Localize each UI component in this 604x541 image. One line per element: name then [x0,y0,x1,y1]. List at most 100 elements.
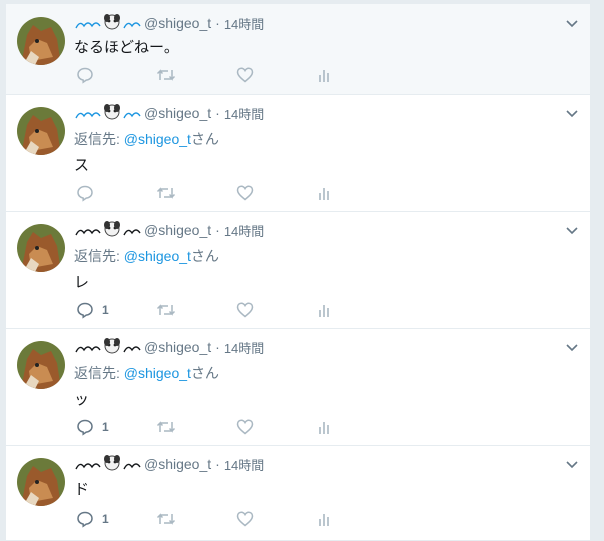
like-button[interactable] [236,418,254,436]
analytics-icon [319,188,329,200]
avatar[interactable] [17,17,65,65]
reply-suffix: さん [190,365,219,381]
tweet-actions: 1 [76,301,336,319]
handle[interactable]: @shigeo_t [144,15,211,31]
reply-prefix: 返信先: [74,248,124,264]
timestamp[interactable]: 14時間 [224,221,264,240]
like-button[interactable] [236,510,254,528]
tweet-text: ッ [74,391,90,408]
tweet-text: なるほどねー。 [74,39,179,56]
timestamp[interactable]: 14時間 [224,14,264,33]
separator: · [215,222,220,238]
reply-button[interactable]: 1 [76,418,109,436]
separator: · [215,105,220,121]
chevron-down-icon[interactable] [564,108,580,120]
analytics-icon [319,514,329,526]
tweet-text: ド [74,481,90,498]
mention-link[interactable]: @shigeo_t [124,365,191,381]
separator: · [215,456,220,472]
display-name[interactable] [74,14,146,32]
tweet-header: @shigeo_t · 14時間 [74,455,264,473]
reply-prefix: 返信先: [74,365,124,381]
chevron-down-icon[interactable] [564,18,580,30]
retweet-icon [156,304,176,316]
reply-prefix: 返信先: [74,131,124,147]
timestamp[interactable]: 14時間 [224,338,264,357]
reply-count: 1 [102,303,109,317]
tweet-header: @shigeo_t · 14時間 [74,104,264,122]
tweet-actions: 1 [76,418,336,436]
analytics-button[interactable] [318,301,332,319]
reply-button[interactable] [76,66,102,84]
retweet-icon [156,513,176,525]
reply-icon [77,511,93,528]
handle[interactable]: @shigeo_t [144,456,211,472]
like-button[interactable] [236,66,254,84]
reply-context: 返信先: @shigeo_tさん [74,363,219,383]
analytics-button[interactable] [318,510,332,528]
tweet[interactable]: @shigeo_t · 14時間 なるほどねー。 [6,4,590,95]
analytics-button[interactable] [318,66,332,84]
reply-suffix: さん [190,131,219,147]
tweet-header: @shigeo_t · 14時間 [74,14,264,32]
retweet-button[interactable] [156,184,176,202]
retweet-icon [156,187,176,199]
tweet-text: レ [74,274,90,291]
display-name[interactable] [74,104,146,122]
reply-count: 1 [102,512,109,526]
mention-link[interactable]: @shigeo_t [124,131,191,147]
heart-icon [236,511,254,527]
handle[interactable]: @shigeo_t [144,222,211,238]
analytics-icon [319,422,329,434]
tweet[interactable]: @shigeo_t · 14時間 ド 1 [6,446,590,541]
retweet-icon [156,421,176,433]
mention-link[interactable]: @shigeo_t [124,248,191,264]
reply-context: 返信先: @shigeo_tさん [74,246,219,266]
tweet-actions [76,184,336,202]
heart-icon [236,419,254,435]
reply-icon [77,419,93,436]
retweet-button[interactable] [156,66,176,84]
chevron-down-icon[interactable] [564,225,580,237]
avatar[interactable] [17,107,65,155]
reply-suffix: さん [190,248,219,264]
retweet-button[interactable] [156,510,176,528]
avatar[interactable] [17,458,65,506]
avatar[interactable] [17,224,65,272]
avatar[interactable] [17,341,65,389]
handle[interactable]: @shigeo_t [144,105,211,121]
analytics-button[interactable] [318,418,332,436]
retweet-button[interactable] [156,418,176,436]
tweet-text: ス [74,157,90,174]
display-name[interactable] [74,338,146,356]
display-name[interactable] [74,221,146,239]
reply-count: 1 [102,420,109,434]
like-button[interactable] [236,184,254,202]
heart-icon [236,302,254,318]
reply-icon [77,67,93,84]
tweet-actions: 1 [76,510,336,528]
heart-icon [236,185,254,201]
analytics-button[interactable] [318,184,332,202]
separator: · [215,339,220,355]
reply-button[interactable]: 1 [76,301,109,319]
like-button[interactable] [236,301,254,319]
tweet-actions [76,66,336,84]
display-name[interactable] [74,455,146,473]
retweet-icon [156,69,176,81]
retweet-button[interactable] [156,301,176,319]
reply-button[interactable] [76,184,102,202]
reply-button[interactable]: 1 [76,510,109,528]
chevron-down-icon[interactable] [564,342,580,354]
reply-icon [77,302,93,319]
chevron-down-icon[interactable] [564,459,580,471]
tweet-header: @shigeo_t · 14時間 [74,221,264,239]
tweet[interactable]: @shigeo_t · 14時間 返信先: @shigeo_tさん ッ 1 [6,329,590,446]
analytics-icon [319,305,329,317]
handle[interactable]: @shigeo_t [144,339,211,355]
tweet[interactable]: @shigeo_t · 14時間 返信先: @shigeo_tさん レ 1 [6,212,590,329]
timestamp[interactable]: 14時間 [224,455,264,474]
timestamp[interactable]: 14時間 [224,104,264,123]
analytics-icon [319,70,329,82]
tweet[interactable]: @shigeo_t · 14時間 返信先: @shigeo_tさん ス [6,95,590,212]
